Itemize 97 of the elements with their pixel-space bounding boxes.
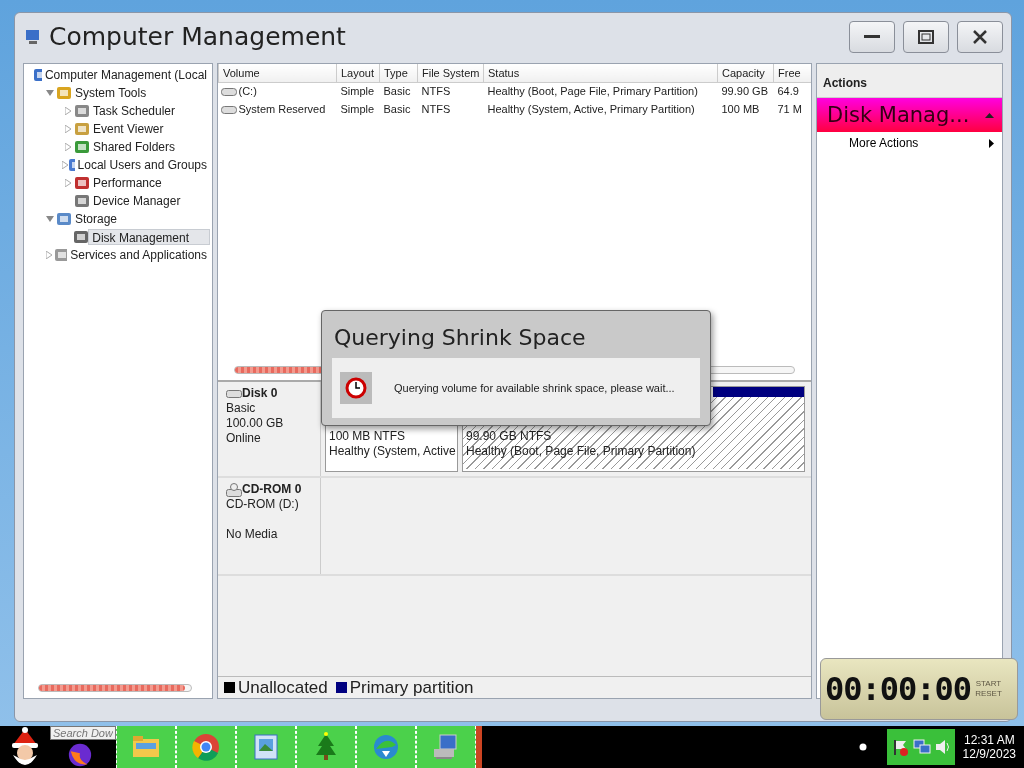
search-field[interactable]: Search Dow bbox=[50, 726, 116, 740]
maximize-icon bbox=[918, 30, 934, 44]
expand-arrow-icon[interactable] bbox=[62, 159, 68, 171]
disk-status: No Media bbox=[226, 527, 279, 542]
column-header[interactable]: File System bbox=[417, 64, 484, 82]
tree-item-icon bbox=[74, 103, 90, 119]
tree-item[interactable]: Task Scheduler bbox=[90, 103, 179, 119]
expand-arrow-icon[interactable] bbox=[62, 177, 74, 189]
taskbar-button[interactable] bbox=[236, 726, 296, 768]
timer-display: 00:00:00 bbox=[825, 669, 972, 710]
disk-type: CD-ROM (D:) bbox=[226, 497, 300, 512]
tree-item[interactable]: System Tools bbox=[72, 85, 150, 101]
tree-item[interactable]: Services and Applications bbox=[67, 247, 210, 263]
column-header[interactable]: Layout bbox=[336, 64, 380, 82]
table-cell: Healthy (Boot, Page File, Primary Partition) bbox=[487, 85, 698, 97]
tree-item[interactable]: Event Viewer bbox=[90, 121, 167, 137]
tree-item-icon bbox=[68, 157, 75, 173]
table-cell: Basic bbox=[383, 102, 411, 115]
tree-item[interactable]: Shared Folders bbox=[90, 139, 179, 155]
table-cell: (C:) bbox=[238, 85, 257, 97]
disk-type: Basic bbox=[226, 401, 257, 416]
disk-name: CD-ROM 0 bbox=[242, 482, 302, 497]
partition-status: Healthy (System, Active bbox=[329, 444, 454, 459]
maximize-button[interactable] bbox=[903, 21, 949, 53]
expand-arrow-icon[interactable] bbox=[62, 123, 74, 135]
timer-button[interactable]: START bbox=[975, 679, 1002, 689]
taskbar-button[interactable] bbox=[356, 726, 416, 768]
drive-icon bbox=[220, 105, 237, 114]
collapse-icon bbox=[985, 112, 994, 118]
column-header[interactable]: Capacity bbox=[717, 64, 774, 82]
partition-status: Healthy (Boot, Page File, Primary Partition) bbox=[466, 444, 697, 459]
tree-item[interactable]: Storage bbox=[72, 211, 121, 227]
tree-item[interactable]: Disk Management bbox=[88, 229, 210, 245]
partition-size: 100 MB NTFS bbox=[329, 429, 407, 444]
action-item[interactable]: More Actions bbox=[817, 132, 1002, 154]
taskbar-button[interactable] bbox=[176, 726, 236, 768]
dot-icon bbox=[858, 743, 867, 751]
tree-item-icon bbox=[74, 175, 90, 191]
tree-item-icon bbox=[74, 121, 90, 137]
table-cell: 71 M bbox=[777, 102, 802, 115]
tree-item-icon bbox=[56, 211, 72, 227]
dialog-title: Querying Shrink Space bbox=[333, 324, 587, 352]
tree-item-icon bbox=[73, 229, 89, 245]
column-header[interactable]: Volume bbox=[218, 64, 337, 82]
taskbar-button[interactable] bbox=[296, 726, 356, 768]
minimize-button[interactable] bbox=[849, 21, 895, 53]
expand-arrow-icon[interactable] bbox=[62, 141, 74, 153]
taskbar-button[interactable] bbox=[416, 726, 476, 768]
table-cell: System Reserved bbox=[238, 102, 326, 115]
column-header[interactable]: Type bbox=[379, 64, 418, 82]
table-cell: NTFS bbox=[421, 85, 451, 97]
disk-name: Disk 0 bbox=[242, 386, 278, 401]
disk-status: Online bbox=[226, 431, 262, 446]
table-cell: Healthy (System, Active, Primary Partition) bbox=[487, 102, 695, 115]
drive-icon bbox=[226, 389, 242, 398]
submenu-arrow-icon bbox=[989, 138, 994, 148]
table-cell: Simple bbox=[340, 85, 375, 97]
clock-date[interactable]: 12/9/2023 bbox=[962, 747, 1016, 761]
tree-item[interactable]: Computer Management (Local bbox=[41, 67, 210, 83]
volume-icon[interactable] bbox=[934, 738, 951, 756]
close-button[interactable] bbox=[957, 21, 1003, 53]
tree-item[interactable]: Device Manager bbox=[90, 193, 184, 209]
taskbar-button[interactable] bbox=[116, 726, 176, 768]
legend-label: Unallocated bbox=[238, 676, 328, 699]
tree-item[interactable]: Performance bbox=[90, 175, 165, 191]
disk-size: 100.00 GB bbox=[226, 416, 285, 431]
window-title: Computer Management bbox=[49, 21, 346, 54]
table-cell: 100 MB bbox=[721, 102, 760, 115]
tree-item-icon bbox=[32, 67, 42, 83]
legend-label: Primary partition bbox=[349, 676, 474, 699]
partition-size: 99.90 GB NTFS bbox=[466, 429, 553, 444]
drive-icon bbox=[220, 88, 237, 97]
expand-arrow-icon[interactable] bbox=[62, 105, 74, 117]
table-cell: NTFS bbox=[421, 102, 451, 115]
tree-item-icon bbox=[74, 193, 90, 209]
browser-icon bbox=[190, 731, 222, 763]
clock-icon bbox=[340, 372, 372, 404]
pane-header: Actions bbox=[817, 64, 1002, 98]
tree-item[interactable]: Local Users and Groups bbox=[74, 157, 210, 173]
cd-drive-icon bbox=[226, 482, 242, 497]
minimize-icon bbox=[864, 35, 880, 39]
expand-arrow-icon[interactable] bbox=[44, 249, 54, 261]
column-header[interactable]: Status bbox=[483, 64, 718, 82]
browser-icon[interactable] bbox=[66, 742, 94, 768]
scrollbar-thumb[interactable] bbox=[39, 685, 185, 691]
clock-time[interactable]: 12:31 AM bbox=[962, 733, 1016, 747]
timer-button[interactable]: RESET bbox=[975, 689, 1002, 699]
table-cell: 99.90 GB bbox=[721, 85, 768, 97]
table-cell: Basic bbox=[383, 85, 411, 97]
section-header[interactable]: Disk Manag... bbox=[817, 98, 1002, 132]
tree-item-icon bbox=[53, 247, 68, 263]
close-icon bbox=[972, 29, 988, 45]
tree-item-icon bbox=[56, 85, 72, 101]
table-cell: Simple bbox=[340, 102, 375, 115]
column-header[interactable]: Free bbox=[773, 64, 811, 82]
tree-item-icon bbox=[74, 139, 90, 155]
table-cell: 64.9 bbox=[777, 85, 799, 97]
